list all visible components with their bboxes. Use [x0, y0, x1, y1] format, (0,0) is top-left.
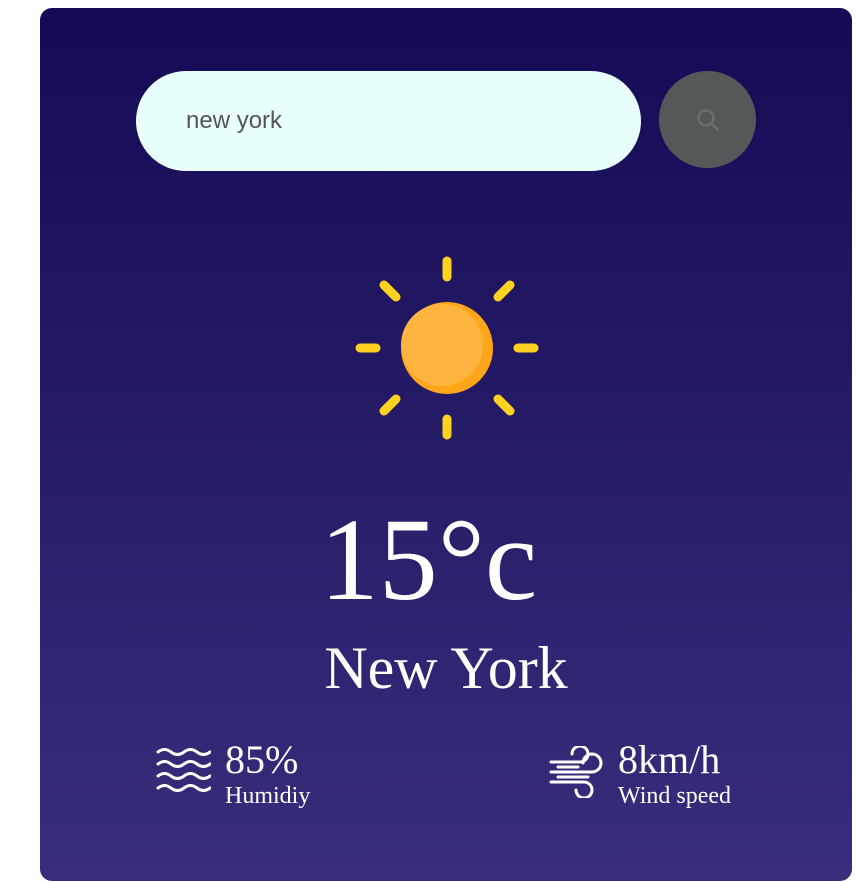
search-icon — [696, 108, 719, 131]
city-name: New York — [324, 635, 568, 701]
wind-detail: 8km/h Wind speed — [548, 738, 731, 810]
search-input[interactable] — [136, 71, 641, 171]
wind-icon — [549, 746, 603, 798]
humidity-detail: 85% Humidiy — [155, 738, 310, 810]
wind-label: Wind speed — [618, 783, 732, 809]
wind-value: 8km/h — [618, 737, 721, 782]
humidity-label: Humidiy — [225, 783, 311, 809]
waves-icon — [156, 748, 211, 792]
sun-icon — [355, 256, 539, 440]
search-button[interactable] — [659, 71, 756, 168]
humidity-value: 85% — [225, 737, 299, 782]
temperature: 15°c — [319, 494, 538, 625]
